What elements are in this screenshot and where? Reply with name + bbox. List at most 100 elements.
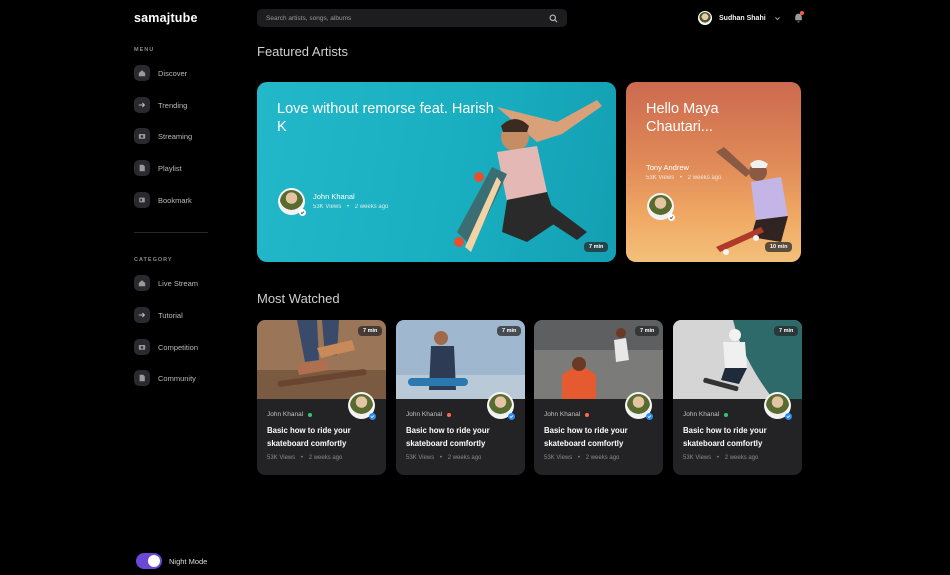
- meta-separator: •: [679, 175, 683, 181]
- verified-icon: [646, 413, 653, 420]
- home-icon: [134, 65, 150, 81]
- author-label: John Khanal: [406, 411, 443, 418]
- author-name[interactable]: John Khanal: [683, 411, 729, 418]
- meta-separator: •: [716, 455, 720, 461]
- view-count: 53K Views: [267, 455, 296, 461]
- author-name[interactable]: John Khanal: [544, 411, 590, 418]
- duration-badge: 7 min: [635, 326, 660, 336]
- upload-time: 2 weeks ago: [687, 175, 722, 181]
- sidebar-item-tutorial[interactable]: Tutorial: [134, 306, 183, 324]
- most-watched-section-title: Most Watched: [257, 291, 340, 306]
- category-section-title: CATEGORY: [134, 257, 173, 263]
- view-count: 53K Views: [683, 455, 712, 461]
- sidebar-item-streaming[interactable]: Streaming: [134, 127, 192, 145]
- upload-time: 2 weeks ago: [585, 455, 620, 461]
- file-icon: [134, 160, 150, 176]
- search-icon[interactable]: [549, 14, 558, 23]
- sidebar-divider: [134, 232, 208, 233]
- duration-badge: 10 min: [765, 242, 793, 252]
- meta-separator: •: [346, 204, 350, 210]
- upload-time: 2 weeks ago: [354, 204, 389, 210]
- sidebar-item-competition[interactable]: Competition: [134, 338, 198, 356]
- sidebar-item-community[interactable]: Community: [134, 369, 196, 387]
- artist-avatar[interactable]: [647, 193, 675, 221]
- sidebar-item-label: Trending: [158, 100, 188, 110]
- status-dot: [447, 412, 452, 417]
- arrow-right-icon: [134, 97, 150, 113]
- upload-time: 2 weeks ago: [724, 455, 759, 461]
- menu-section-title: MENU: [134, 47, 155, 53]
- author-label: John Khanal: [683, 411, 720, 418]
- verified-icon: [369, 413, 376, 420]
- video-meta: 53K Views • 2 weeks ago: [683, 455, 758, 461]
- video-card[interactable]: 7 min John Khanal Basic how to ride your…: [257, 320, 386, 475]
- avatar: [698, 11, 712, 25]
- video-meta: 53K Views • 2 weeks ago: [646, 175, 721, 181]
- sidebar-item-discover[interactable]: Discover: [134, 64, 187, 82]
- verified-icon: [508, 413, 515, 420]
- sidebar-item-live-stream[interactable]: Live Stream: [134, 274, 198, 292]
- video-title[interactable]: Basic how to ride your skateboard comfor…: [406, 424, 518, 450]
- app-logo[interactable]: samajtube: [134, 11, 198, 25]
- video-card[interactable]: 7 min John Khanal Basic how to ride your…: [673, 320, 802, 475]
- sidebar-item-label: Live Stream: [158, 278, 199, 288]
- night-mode-label: Night Mode: [169, 557, 208, 566]
- sidebar-item-label: Discover: [158, 68, 188, 78]
- author-name[interactable]: John Khanal: [406, 411, 452, 418]
- verified-icon: [785, 413, 792, 420]
- video-title[interactable]: Basic how to ride your skateboard comfor…: [267, 424, 379, 450]
- video-title[interactable]: Basic how to ride your skateboard comfor…: [544, 424, 656, 450]
- sidebar-item-playlist[interactable]: Playlist: [134, 159, 182, 177]
- meta-separator: •: [577, 455, 581, 461]
- view-count: 53K Views: [313, 204, 342, 210]
- video-meta: 53K Views • 2 weeks ago: [406, 455, 481, 461]
- search-bar: [257, 9, 567, 27]
- author-name[interactable]: John Khanal: [267, 411, 313, 418]
- upload-time: 2 weeks ago: [447, 455, 482, 461]
- search-input[interactable]: [266, 14, 549, 22]
- view-count: 53K Views: [544, 455, 573, 461]
- arrow-right-icon: [134, 307, 150, 323]
- featured-section-title: Featured Artists: [257, 44, 349, 59]
- file-icon: [134, 370, 150, 386]
- verified-icon: [668, 214, 675, 221]
- video-meta: 53K Views • 2 weeks ago: [267, 455, 342, 461]
- chevron-down-icon: [774, 16, 780, 20]
- camera-icon: [134, 128, 150, 144]
- video-card[interactable]: 7 min John Khanal Basic how to ride your…: [534, 320, 663, 475]
- featured-card[interactable]: Love without remorse feat. Harish K John…: [257, 82, 616, 262]
- featured-title: Love without remorse feat. Harish K: [277, 101, 494, 135]
- featured-title: Hello Maya Chautari...: [646, 101, 719, 135]
- duration-badge: 7 min: [774, 326, 799, 336]
- status-dot: [724, 412, 729, 417]
- author-avatar[interactable]: [764, 392, 792, 420]
- video-title[interactable]: Basic how to ride your skateboard comfor…: [683, 424, 795, 450]
- status-dot: [308, 412, 313, 417]
- artist-avatar[interactable]: [278, 188, 306, 216]
- author-avatar[interactable]: [487, 392, 515, 420]
- artist-name[interactable]: Tony Andrew: [646, 163, 689, 172]
- author-avatar[interactable]: [625, 392, 653, 420]
- duration-badge: 7 min: [358, 326, 383, 336]
- sidebar-item-label: Tutorial: [158, 310, 183, 320]
- view-count: 53K Views: [406, 455, 435, 461]
- author-avatar[interactable]: [348, 392, 376, 420]
- sidebar-item-label: Playlist: [158, 163, 182, 173]
- duration-badge: 7 min: [584, 242, 609, 252]
- status-dot: [585, 412, 590, 417]
- sidebar-item-bookmark[interactable]: Bookmark: [134, 191, 192, 209]
- notification-dot: [800, 11, 804, 15]
- home-icon: [134, 275, 150, 291]
- sidebar-item-label: Streaming: [158, 131, 193, 141]
- verified-icon: [299, 209, 306, 216]
- sidebar-item-label: Bookmark: [158, 195, 192, 205]
- night-mode-toggle[interactable]: [136, 553, 162, 569]
- artist-name[interactable]: John Khanal: [313, 192, 355, 201]
- user-menu[interactable]: Sudhan Shahi: [698, 11, 781, 25]
- meta-separator: •: [439, 455, 443, 461]
- sidebar-item-trending[interactable]: Trending: [134, 96, 187, 114]
- user-name: Sudhan Shahi: [719, 14, 766, 22]
- video-card[interactable]: 7 min John Khanal Basic how to ride your…: [396, 320, 525, 475]
- author-label: John Khanal: [544, 411, 581, 418]
- featured-card[interactable]: Hello Maya Chautari... Tony Andrew 53K V…: [626, 82, 801, 262]
